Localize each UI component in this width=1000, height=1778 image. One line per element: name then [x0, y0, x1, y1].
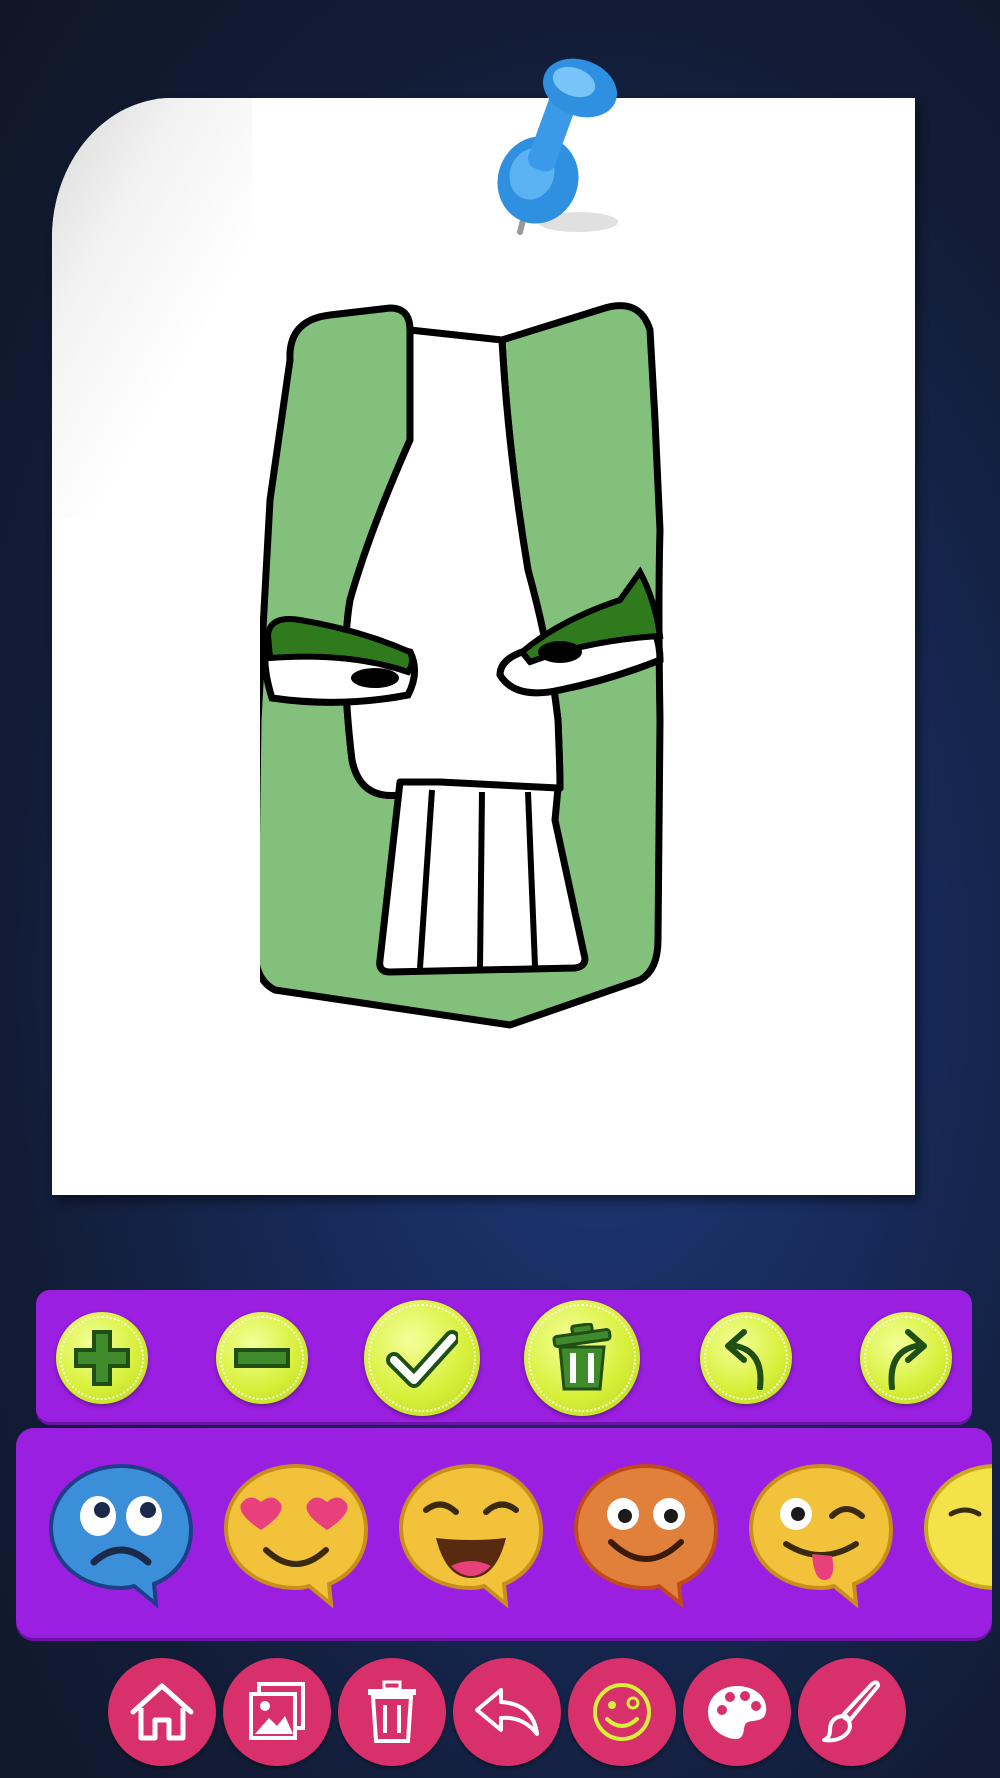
- wink-tongue-emoji[interactable]: [746, 1458, 896, 1608]
- home-icon: [130, 1683, 194, 1741]
- redo-arrow-icon: [888, 1329, 927, 1390]
- tool-bar: [36, 1290, 972, 1422]
- palette-icon: [708, 1686, 767, 1739]
- emoji-picker[interactable]: [16, 1428, 992, 1638]
- back-button[interactable]: [453, 1658, 561, 1766]
- zoom-out-button[interactable]: [216, 1312, 308, 1404]
- zoom-in-button[interactable]: [56, 1312, 148, 1404]
- undo-arrow-icon: [725, 1329, 764, 1390]
- clear-canvas-button[interactable]: [524, 1300, 640, 1416]
- palette-button[interactable]: [683, 1658, 791, 1766]
- left-pupil: [351, 668, 399, 688]
- right-pupil: [538, 641, 582, 663]
- checkmark-icon: [386, 1330, 458, 1388]
- worried-blue-emoji[interactable]: [46, 1458, 196, 1608]
- trash-icon: [368, 1680, 416, 1743]
- gallery-button[interactable]: [223, 1658, 331, 1766]
- gallery-icon: [249, 1682, 305, 1740]
- brush-icon: [822, 1680, 880, 1743]
- home-button[interactable]: [108, 1658, 216, 1766]
- emoji-button[interactable]: [568, 1658, 676, 1766]
- plus-icon: [74, 1330, 130, 1386]
- delete-button[interactable]: [338, 1658, 446, 1766]
- surprised-orange-emoji[interactable]: [571, 1458, 721, 1608]
- redo-button[interactable]: [860, 1312, 952, 1404]
- emoji-icon: [593, 1683, 651, 1741]
- push-pin-icon: [497, 58, 618, 235]
- minus-icon: [234, 1348, 290, 1368]
- coloring-drawing[interactable]: [260, 300, 780, 1140]
- trash-icon: [552, 1323, 612, 1391]
- brush-button[interactable]: [798, 1658, 906, 1766]
- back-arrow-icon: [475, 1688, 539, 1736]
- undo-button[interactable]: [700, 1312, 792, 1404]
- laughing-emoji[interactable]: [396, 1458, 546, 1608]
- drawing-area: [0, 0, 1000, 1230]
- confirm-button[interactable]: [364, 1300, 480, 1416]
- heart-eyes-emoji[interactable]: [221, 1458, 371, 1608]
- partial-emoji[interactable]: [921, 1458, 992, 1608]
